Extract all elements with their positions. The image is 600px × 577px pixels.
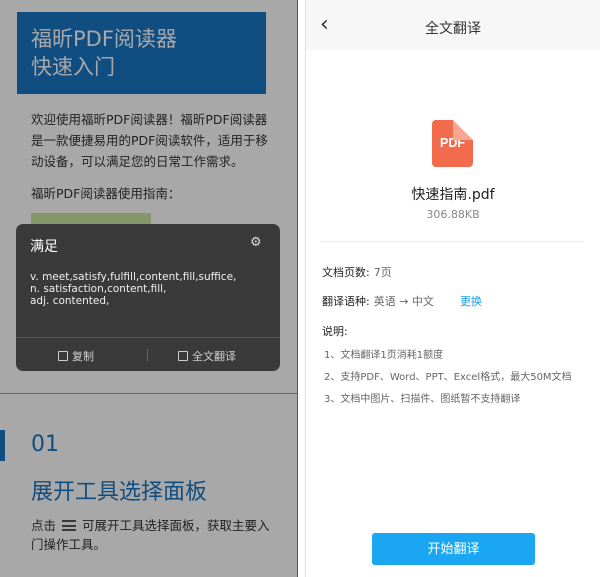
file-name: 快速指南.pdf (411, 187, 495, 203)
copy-icon (58, 351, 68, 361)
definition-line: n. satisfaction,content,fill, (30, 283, 167, 295)
popup-separator (16, 337, 280, 338)
dictionary-popup: 满足 ⚙ v. meet,satisfy,fulfill,content,fil… (16, 224, 280, 371)
file-size: 306.88KB (426, 208, 480, 221)
page-fold (453, 120, 473, 140)
popup-word: 满足 (30, 239, 58, 255)
info-divider (320, 241, 584, 242)
popup-definitions: v. meet,satisfy,fulfill,content,fill,suf… (30, 271, 270, 307)
action-divider (147, 349, 148, 361)
pages-label: 文档页数: (322, 266, 370, 279)
reader-panel: 福昕PDF阅读器 快速入门 欢迎使用福昕PDF阅读器！福昕PDF阅读器是一款便捷… (0, 0, 297, 577)
start-translate-button[interactable]: 开始翻译 (372, 533, 535, 565)
language-row: 翻译语种: 英语 → 中文 更换 (322, 293, 482, 309)
definition-line: v. meet,satisfy,fulfill,content,fill,suf… (30, 271, 237, 283)
full-translate-button[interactable]: 全文翻译 (178, 348, 236, 364)
change-language-link[interactable]: 更换 (460, 295, 482, 308)
nav-bar: ‹ 全文翻译 (306, 0, 600, 50)
translate-panel: ‹ 全文翻译 PDF 快速指南.pdf 306.88KB 文档页数: 7页 翻译语… (306, 0, 600, 577)
gear-icon[interactable]: ⚙ (250, 236, 264, 250)
lang-label: 翻译语种: (322, 295, 370, 308)
full-translate-label: 全文翻译 (192, 350, 236, 363)
page-count-row: 文档页数: 7页 (322, 264, 392, 280)
lang-value: 英语 → 中文 (373, 295, 434, 308)
copy-label: 复制 (72, 350, 94, 363)
pages-value: 7页 (373, 266, 392, 279)
pdf-file-icon: PDF (432, 120, 473, 167)
document-icon (178, 351, 188, 361)
note-item: 1、文档翻译1页消耗1额度 (324, 350, 444, 361)
panel-separator (297, 0, 306, 577)
screenshot-root: 福昕PDF阅读器 快速入门 欢迎使用福昕PDF阅读器！福昕PDF阅读器是一款便捷… (0, 0, 600, 577)
nav-title: 全文翻译 (425, 21, 481, 37)
note-item: 3、文档中图片、扫描件、图纸暂不支持翻译 (324, 394, 521, 405)
notes-title: 说明: (322, 325, 348, 338)
note-item: 2、支持PDF、Word、PPT、Excel格式，最大50M文档 (324, 372, 572, 383)
definition-line: adj. contented, (30, 295, 110, 307)
copy-button[interactable]: 复制 (58, 348, 94, 364)
separator-line (297, 0, 298, 577)
